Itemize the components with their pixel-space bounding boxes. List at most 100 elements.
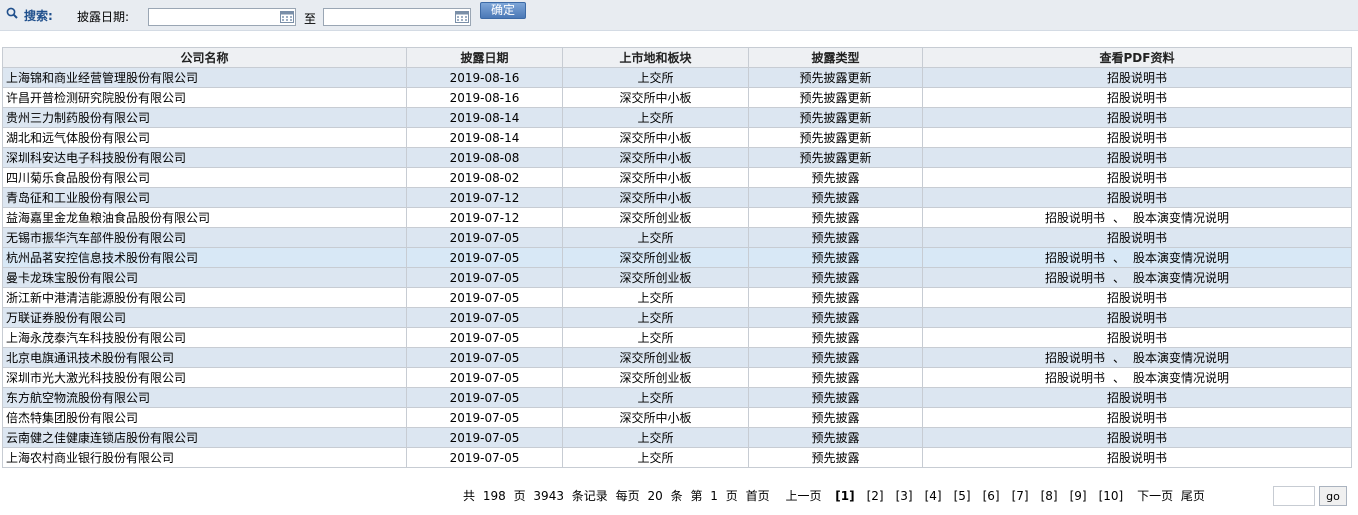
page-link-3[interactable]: [3] [896, 489, 913, 503]
market-cell: 深交所创业板 [562, 247, 749, 268]
page-link-10[interactable]: [10] [1099, 489, 1124, 503]
market-cell: 深交所创业板 [562, 367, 749, 388]
table-row: 益海嘉里金龙鱼粮油食品股份有限公司 2019-07-12 深交所创业板 预先披露 招股说… [2, 207, 1352, 228]
pager-current-prefix: 第 [690, 489, 703, 503]
column-header-type[interactable]: 披露类型 [748, 47, 923, 68]
pagination: 共 198 页 3943 条记录 每页 20 条 第 1 页 首页 上一页 [1… [463, 487, 1209, 504]
confirm-button[interactable]: 确定 [480, 2, 526, 19]
prospectus-link[interactable]: 招股说明书 [1045, 371, 1105, 385]
prospectus-link[interactable]: 招股说明书 [1107, 311, 1167, 325]
disclosure-date-cell: 2019-07-05 [406, 307, 563, 328]
page-link-7[interactable]: [7] [1012, 489, 1029, 503]
prospectus-link[interactable]: 招股说明书 [1107, 131, 1167, 145]
column-header-date[interactable]: 披露日期 [406, 47, 563, 68]
company-name-cell: 浙江新中港清洁能源股份有限公司 [2, 287, 407, 308]
disclosure-date-cell: 2019-07-05 [406, 227, 563, 248]
company-name-cell: 上海锦和商业经营管理股份有限公司 [2, 67, 407, 88]
disclosure-type-cell: 预先披露更新 [748, 127, 923, 148]
capital-evolution-link[interactable]: 股本演变情况说明 [1133, 271, 1229, 285]
disclosure-date-cell: 2019-07-05 [406, 327, 563, 348]
page-link-4[interactable]: [4] [925, 489, 942, 503]
pdf-links-cell: 招股说明书 [922, 427, 1352, 448]
disclosure-date-cell: 2019-07-05 [406, 247, 563, 268]
table-row: 深圳市光大激光科技股份有限公司 2019-07-05 深交所创业板 预先披露 招股说明书… [2, 367, 1352, 388]
start-date-input[interactable] [148, 8, 296, 26]
capital-evolution-link[interactable]: 股本演变情况说明 [1133, 351, 1229, 365]
go-page-input[interactable] [1273, 486, 1315, 506]
prospectus-link[interactable]: 招股说明书 [1045, 211, 1105, 225]
page-link-2[interactable]: [2] [867, 489, 884, 503]
prospectus-link[interactable]: 招股说明书 [1107, 71, 1167, 85]
prospectus-link[interactable]: 招股说明书 [1107, 411, 1167, 425]
prev-page-link[interactable]: 上一页 [785, 489, 821, 503]
page-link-1[interactable]: [1] [835, 489, 854, 503]
table-row: 深圳科安达电子科技股份有限公司 2019-08-08 深交所中小板 预先披露更新 招股说… [2, 147, 1352, 168]
company-name-cell: 深圳市光大激光科技股份有限公司 [2, 367, 407, 388]
disclosure-type-cell: 预先披露 [748, 187, 923, 208]
calendar-icon[interactable] [280, 11, 294, 23]
pdf-links-cell: 招股说明书、股本演变情况说明 [922, 207, 1352, 228]
prospectus-link[interactable]: 招股说明书 [1107, 291, 1167, 305]
disclosure-type-cell: 预先披露 [748, 167, 923, 188]
prospectus-link[interactable]: 招股说明书 [1107, 451, 1167, 465]
to-label: 至 [304, 12, 317, 26]
last-page-link[interactable]: 尾页 [1181, 489, 1205, 503]
disclosure-table: 公司名称 披露日期 上市地和板块 披露类型 查看PDF资料 上海锦和商业经营管理… [2, 47, 1352, 468]
table-row: 许昌开普检测研究院股份有限公司 2019-08-16 深交所中小板 预先披露更新 招股说… [2, 87, 1352, 108]
capital-evolution-link[interactable]: 股本演变情况说明 [1133, 371, 1229, 385]
next-page-link[interactable]: 下一页 [1137, 489, 1173, 503]
disclosure-date-cell: 2019-07-05 [406, 407, 563, 428]
prospectus-link[interactable]: 招股说明书 [1107, 151, 1167, 165]
prospectus-link[interactable]: 招股说明书 [1107, 331, 1167, 345]
disclosure-type-cell: 预先披露 [748, 267, 923, 288]
prospectus-link[interactable]: 招股说明书 [1107, 231, 1167, 245]
prospectus-link[interactable]: 招股说明书 [1045, 351, 1105, 365]
disclosure-type-cell: 预先披露 [748, 247, 923, 268]
prospectus-link[interactable]: 招股说明书 [1107, 111, 1167, 125]
column-header-pdf[interactable]: 查看PDF资料 [922, 47, 1352, 68]
prospectus-link[interactable]: 招股说明书 [1107, 191, 1167, 205]
company-name-cell: 倍杰特集团股份有限公司 [2, 407, 407, 428]
column-header-company[interactable]: 公司名称 [2, 47, 407, 68]
calendar-icon[interactable] [455, 11, 469, 23]
page-link-6[interactable]: [6] [983, 489, 1000, 503]
disclosure-date-cell: 2019-08-02 [406, 167, 563, 188]
page-link-5[interactable]: [5] [954, 489, 971, 503]
disclosure-date-cell: 2019-07-05 [406, 427, 563, 448]
pdf-links-cell: 招股说明书 [922, 327, 1352, 348]
table-row: 上海永茂泰汽车科技股份有限公司 2019-07-05 上交所 预先披露 招股说明书 [2, 327, 1352, 348]
pdf-links-cell: 招股说明书 [922, 147, 1352, 168]
first-page-link[interactable]: 首页 [746, 489, 770, 503]
company-name-cell: 万联证券股份有限公司 [2, 307, 407, 328]
market-cell: 深交所创业板 [562, 207, 749, 228]
market-cell: 深交所中小板 [562, 147, 749, 168]
pdf-links-cell: 招股说明书、股本演变情况说明 [922, 367, 1352, 388]
table-row: 上海农村商业银行股份有限公司 2019-07-05 上交所 预先披露 招股说明书 [2, 447, 1352, 468]
company-name-cell: 无锡市振华汽车部件股份有限公司 [2, 227, 407, 248]
capital-evolution-link[interactable]: 股本演变情况说明 [1133, 211, 1229, 225]
table-row: 贵州三力制药股份有限公司 2019-08-14 上交所 预先披露更新 招股说明书 [2, 107, 1352, 128]
table-row: 上海锦和商业经营管理股份有限公司 2019-08-16 上交所 预先披露更新 招股说明书 [2, 67, 1352, 88]
disclosure-date-cell: 2019-08-14 [406, 127, 563, 148]
prospectus-link[interactable]: 招股说明书 [1045, 251, 1105, 265]
disclosure-type-cell: 预先披露更新 [748, 67, 923, 88]
table-header-row: 公司名称 披露日期 上市地和板块 披露类型 查看PDF资料 [2, 47, 1352, 68]
pager-per-page-unit: 条 [670, 489, 683, 503]
prospectus-link[interactable]: 招股说明书 [1107, 391, 1167, 405]
page-link-8[interactable]: [8] [1041, 489, 1058, 503]
go-button[interactable]: go [1319, 486, 1347, 506]
prospectus-link[interactable]: 招股说明书 [1107, 171, 1167, 185]
company-name-cell: 湖北和远气体股份有限公司 [2, 127, 407, 148]
column-header-market[interactable]: 上市地和板块 [562, 47, 749, 68]
prospectus-link[interactable]: 招股说明书 [1107, 91, 1167, 105]
prospectus-link[interactable]: 招股说明书 [1045, 271, 1105, 285]
disclosure-date-cell: 2019-07-05 [406, 347, 563, 368]
prospectus-link[interactable]: 招股说明书 [1107, 431, 1167, 445]
disclosure-type-cell: 预先披露 [748, 427, 923, 448]
company-name-cell: 上海永茂泰汽车科技股份有限公司 [2, 327, 407, 348]
table-body: 上海锦和商业经营管理股份有限公司 2019-08-16 上交所 预先披露更新 招股说明书… [2, 67, 1352, 468]
page-link-9[interactable]: [9] [1070, 489, 1087, 503]
doc-separator: 、 [1112, 211, 1125, 225]
end-date-input[interactable] [323, 8, 471, 26]
capital-evolution-link[interactable]: 股本演变情况说明 [1133, 251, 1229, 265]
